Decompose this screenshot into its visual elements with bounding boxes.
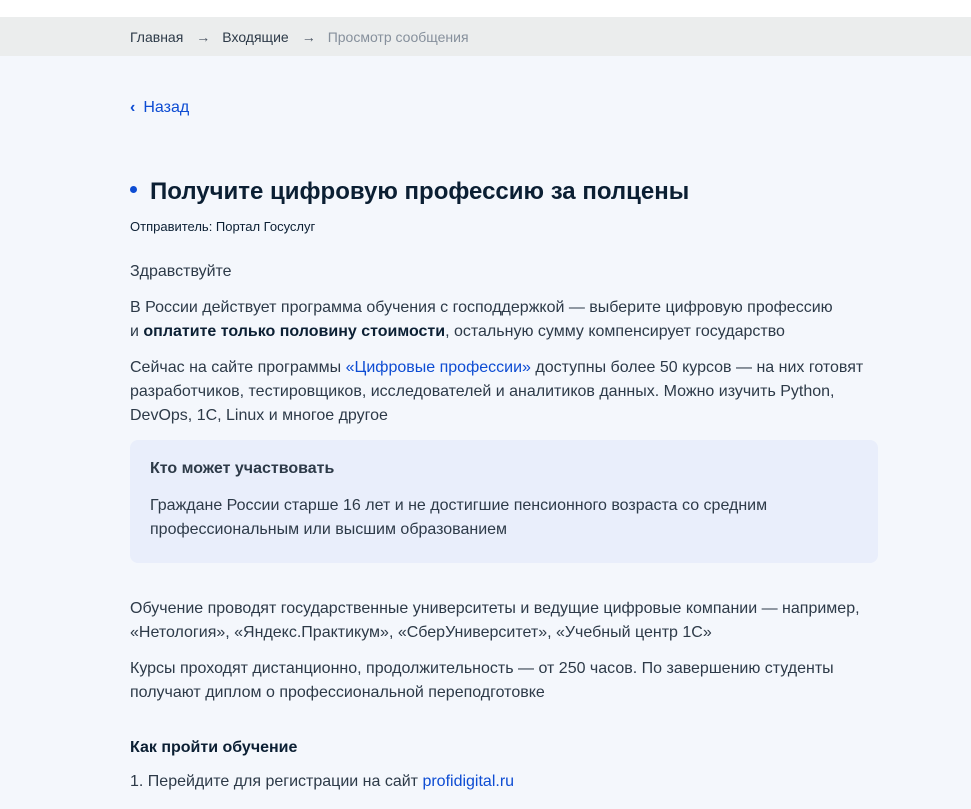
greeting-text: Здравствуйте <box>130 263 232 280</box>
paragraph-line: и оплатите только половину стоимости, ос… <box>130 320 878 344</box>
paragraph-line: Курсы проходят дистанционно, продолжител… <box>130 660 834 677</box>
paragraph-line: Обучение проводят государственные универ… <box>130 600 860 617</box>
steps-list: 1. Перейдите для регистрации на сайт pro… <box>130 773 514 791</box>
info-box-text: Граждане России старше 16 лет и не дости… <box>150 494 858 542</box>
info-box-line: Граждане России старше 16 лет и не дости… <box>150 497 768 514</box>
breadcrumb: Главная → Входящие → Просмотр сообщения <box>0 17 971 56</box>
paragraph-line: В России действует программа обучения с … <box>130 299 833 316</box>
paragraph-line: разработчиков, тестировщиков, исследоват… <box>130 383 835 400</box>
info-box-line: профессиональным или высшим образованием <box>150 521 508 538</box>
chevron-left-icon: ‹ <box>130 99 136 116</box>
arrow-right-icon: → <box>301 28 316 45</box>
paragraph-line: получают диплом о профессиональной переп… <box>130 684 545 701</box>
paragraph-format: Курсы проходят дистанционно, продолжител… <box>130 657 878 705</box>
text-fragment: , остальную сумму компенсирует государст… <box>445 323 785 340</box>
paragraph-program: В России действует программа обучения с … <box>130 296 878 344</box>
arrow-right-icon: → <box>196 28 211 45</box>
emphasis-text: оплатите только половину стоимости <box>143 323 446 340</box>
info-box-eligibility: Кто может участвовать Граждане России ст… <box>130 440 878 563</box>
message-header: Получите цифровую профессию за полцены <box>130 178 689 206</box>
back-label: Назад <box>143 99 190 116</box>
text-fragment: Сейчас на сайте программы <box>130 359 346 376</box>
text-fragment: и <box>130 323 144 340</box>
back-link[interactable]: ‹ Назад <box>130 99 189 117</box>
digital-professions-link[interactable]: «Цифровые профессии» <box>346 359 531 376</box>
section-title-how: Как пройти обучение <box>130 739 298 756</box>
info-box-title: Кто может участвовать <box>150 460 335 477</box>
paragraph-line: Сейчас на сайте программы «Цифровые проф… <box>130 356 878 380</box>
paragraph-providers: Обучение проводят государственные универ… <box>130 597 878 645</box>
breadcrumb-inbox[interactable]: Входящие <box>222 29 288 45</box>
message-sender: Отправитель: Портал Госуслуг <box>130 219 316 234</box>
greeting: Здравствуйте <box>130 260 878 284</box>
text-fragment: доступны более 50 курсов — на них готовя… <box>530 359 864 376</box>
page-title: Получите цифровую профессию за полцены <box>150 178 690 205</box>
paragraph-line: DevOps, 1С, Linux и многое другое <box>130 407 388 424</box>
paragraph-courses: Сейчас на сайте программы «Цифровые проф… <box>130 356 878 428</box>
list-item: 1. Перейдите для регистрации на сайт pro… <box>130 773 514 791</box>
unread-dot-icon <box>130 185 137 193</box>
paragraph-line: «Нетология», «Яндекс.Практикум», «СберУн… <box>130 624 712 641</box>
breadcrumb-home[interactable]: Главная <box>130 29 183 45</box>
text-fragment: 1. Перейдите для регистрации на сайт <box>130 773 423 790</box>
top-bar <box>0 0 971 17</box>
profidigital-link[interactable]: profidigital.ru <box>422 773 514 790</box>
breadcrumb-current: Просмотр сообщения <box>327 28 469 45</box>
